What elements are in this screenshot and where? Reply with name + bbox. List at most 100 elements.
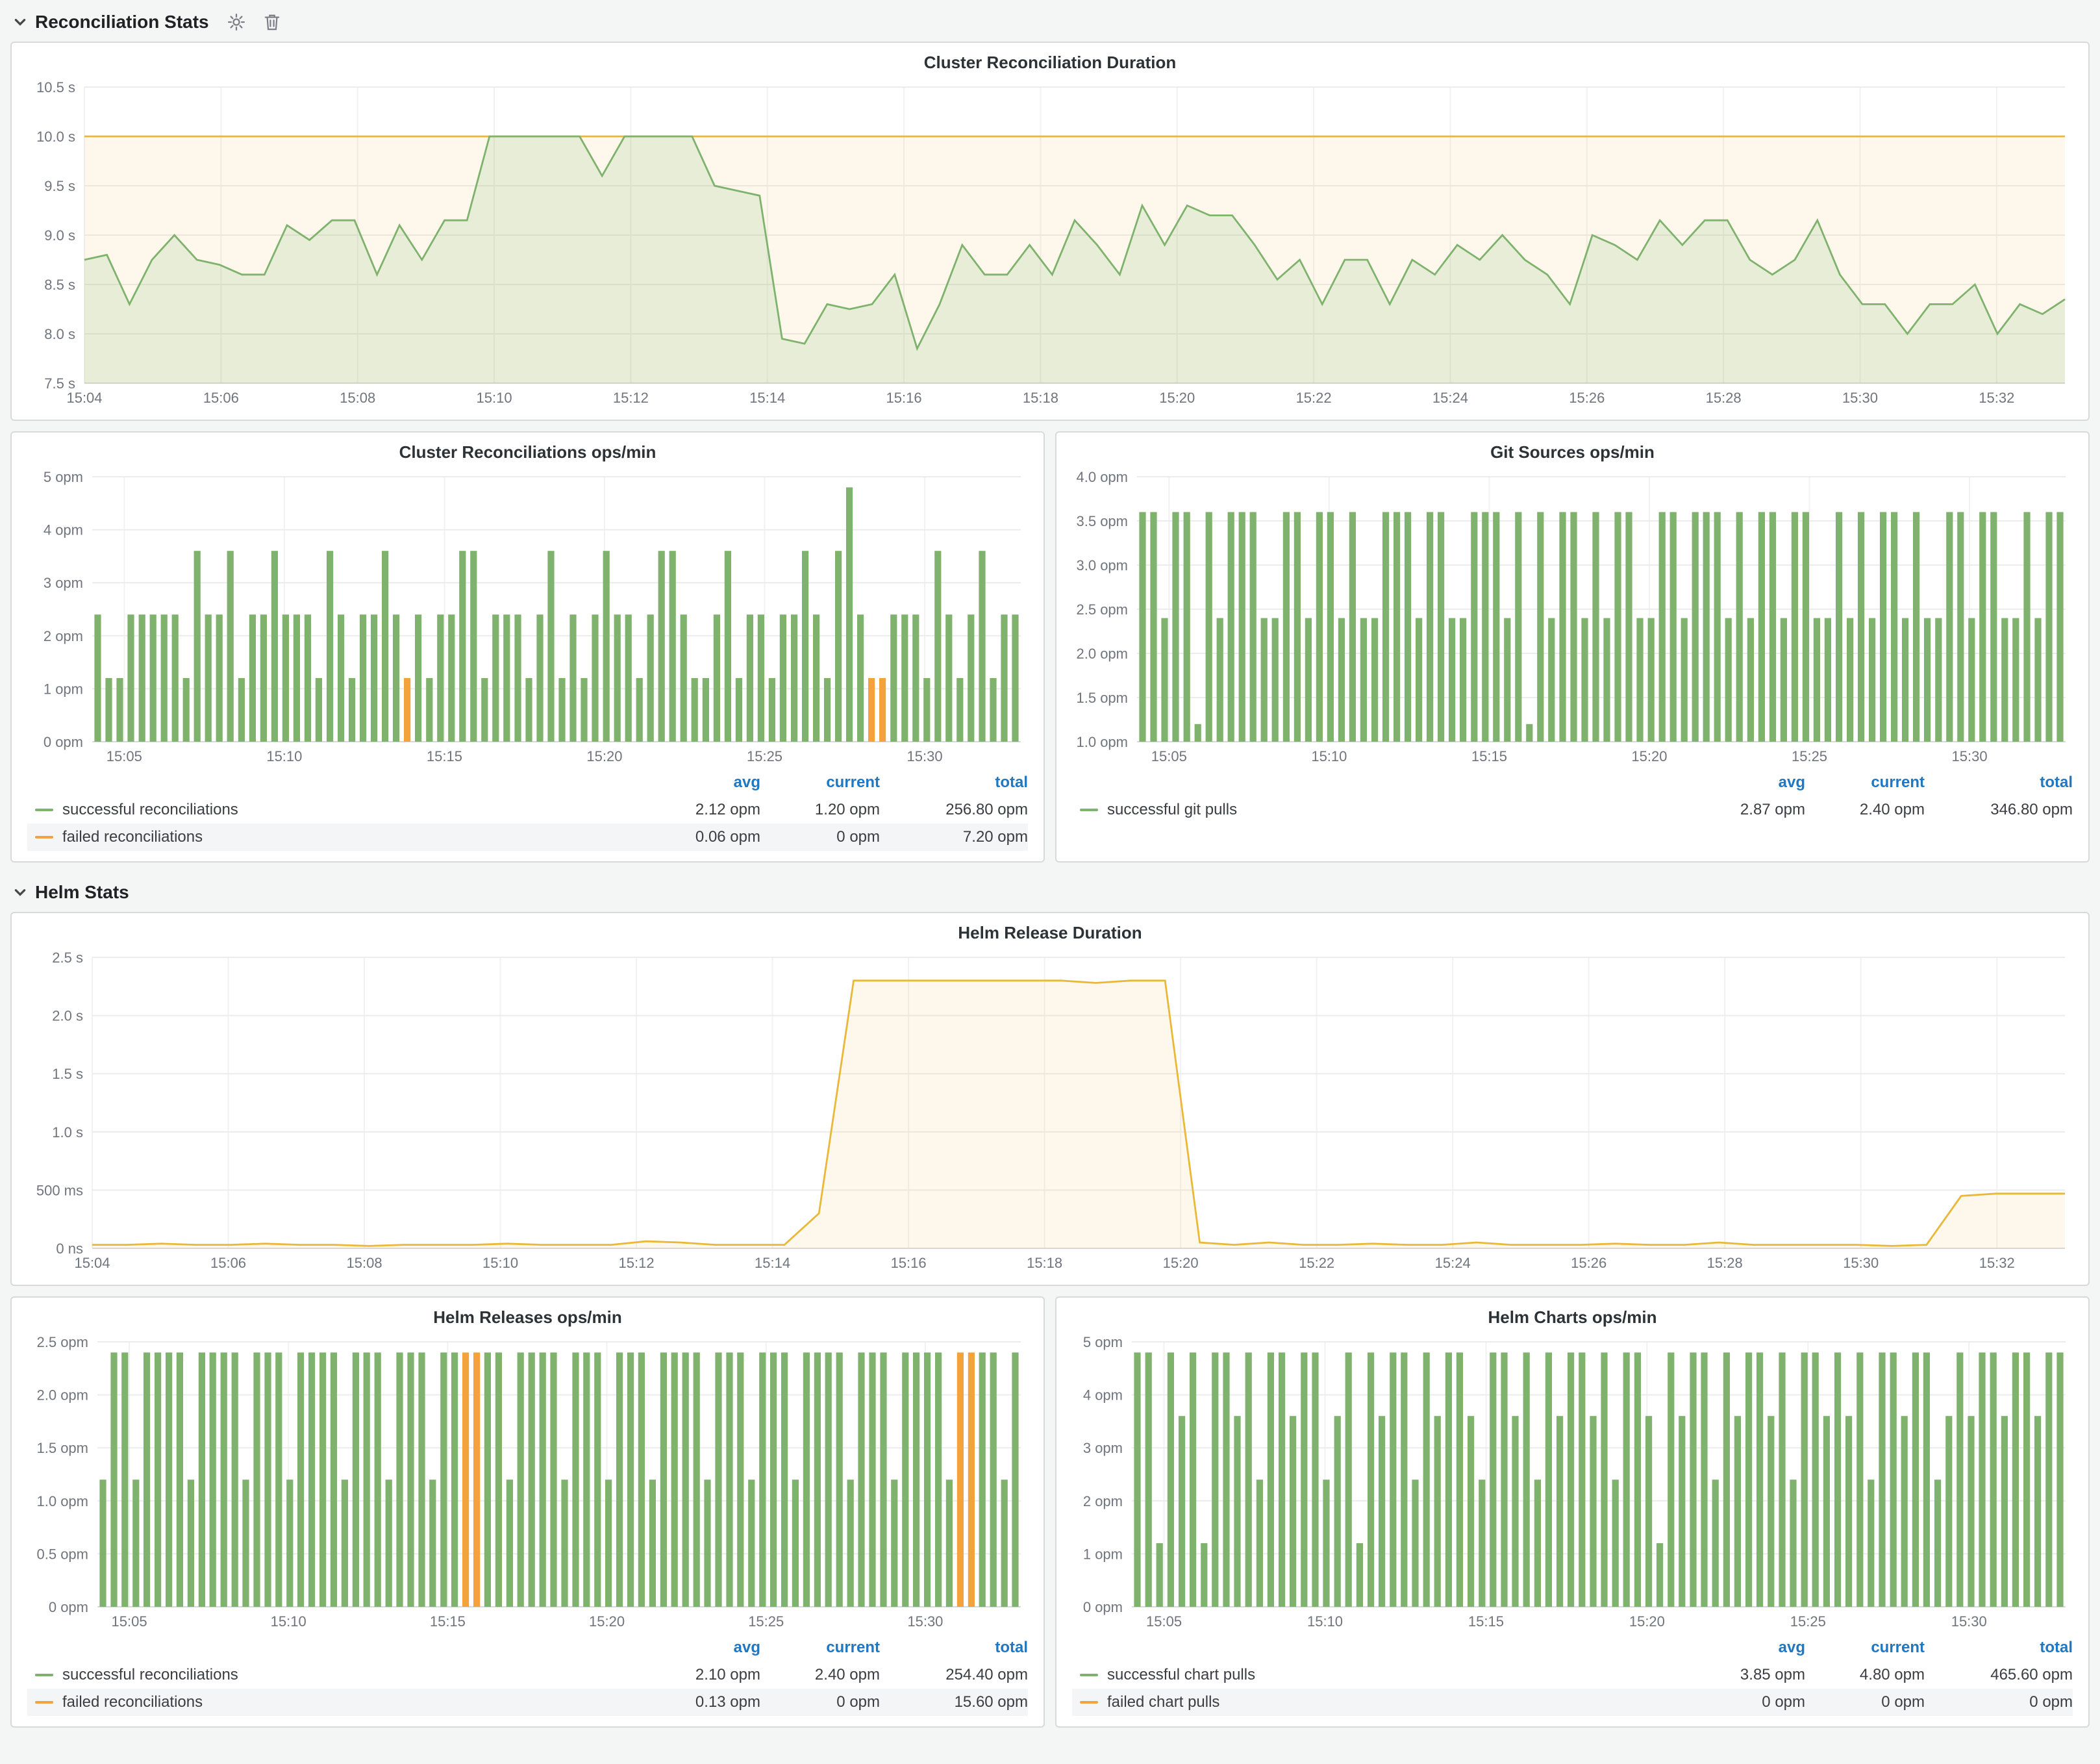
legend-header-total[interactable]: total	[880, 774, 1028, 792]
svg-text:15:10: 15:10	[266, 748, 302, 764]
legend-stat: 0 opm	[760, 1693, 880, 1711]
legend-header-current[interactable]: current	[760, 1639, 880, 1657]
helm-releases-bar-chart[interactable]: 15:0515:1015:1515:2015:2515:300 opm0.5 o…	[25, 1331, 1031, 1633]
series-color-dash	[1080, 1674, 1098, 1676]
svg-text:15:32: 15:32	[1979, 1255, 2015, 1271]
svg-text:15:32: 15:32	[1979, 390, 2014, 406]
row-title-reconciliation-stats[interactable]: Reconciliation Stats	[35, 12, 209, 32]
svg-text:1.0 opm: 1.0 opm	[37, 1493, 89, 1509]
legend-series-label[interactable]: successful git pulls	[1107, 801, 1237, 819]
legend-stat: 0 opm	[1686, 1693, 1805, 1711]
svg-text:5 opm: 5 opm	[44, 469, 83, 485]
svg-text:15:28: 15:28	[1707, 1255, 1743, 1271]
svg-text:2.5 opm: 2.5 opm	[1077, 601, 1129, 618]
svg-text:1.5 opm: 1.5 opm	[1077, 690, 1129, 706]
svg-text:4 opm: 4 opm	[44, 522, 83, 538]
svg-text:3.0 opm: 3.0 opm	[1077, 557, 1129, 573]
panel-title[interactable]: Helm Release Duration	[25, 918, 2075, 947]
panel-title[interactable]: Cluster Reconciliation Duration	[25, 48, 2075, 77]
helm-release-duration-chart[interactable]: 15:0415:0615:0815:1015:1215:1415:1615:18…	[25, 947, 2075, 1274]
legend-series-label[interactable]: failed chart pulls	[1107, 1693, 1219, 1711]
gear-icon[interactable]	[227, 13, 245, 31]
svg-text:15:20: 15:20	[586, 748, 622, 764]
svg-text:15:15: 15:15	[1468, 1613, 1504, 1630]
legend-header-current[interactable]: current	[1805, 774, 1925, 792]
legend-stat: 1.20 opm	[760, 801, 880, 819]
legend-stat: 2.40 opm	[1805, 801, 1925, 819]
legend-header-current[interactable]: current	[1805, 1639, 1925, 1657]
cluster-reconciliations-bar-chart[interactable]: 15:0515:1015:1515:2015:2515:300 opm1 opm…	[25, 466, 1031, 768]
svg-text:4.0 opm: 4.0 opm	[1077, 469, 1129, 485]
git-sources-opm-svg: 15:0515:1015:1515:2015:2515:301.0 opm1.5…	[1069, 466, 2076, 768]
svg-text:10.0 s: 10.0 s	[36, 129, 75, 145]
svg-text:3.5 opm: 3.5 opm	[1077, 513, 1129, 529]
legend-header-total[interactable]: total	[1925, 1639, 2073, 1657]
chevron-down-icon[interactable]	[13, 885, 27, 900]
svg-text:15:20: 15:20	[1631, 748, 1667, 764]
legend-header-avg[interactable]: avg	[1686, 774, 1805, 792]
legend-header-total[interactable]: total	[880, 1639, 1028, 1657]
legend-series-label[interactable]: successful reconciliations	[62, 1666, 238, 1684]
legend-series-label[interactable]: successful chart pulls	[1107, 1666, 1255, 1684]
row-title-helm-stats[interactable]: Helm Stats	[35, 882, 129, 903]
svg-text:15:12: 15:12	[613, 390, 649, 406]
svg-text:15:10: 15:10	[477, 390, 512, 406]
panel-title[interactable]: Helm Charts ops/min	[1069, 1303, 2075, 1331]
row-header-reconciliation-stats: Reconciliation Stats	[10, 5, 2090, 39]
panel-cluster-reconciliations-opm: Cluster Reconciliations ops/min 15:05 15:…	[10, 431, 1045, 863]
panel-title[interactable]: Cluster Reconciliations ops/min	[25, 438, 1031, 466]
svg-text:0 opm: 0 opm	[49, 1599, 88, 1615]
legend-stat: 2.40 opm	[760, 1666, 880, 1684]
svg-text:15:20: 15:20	[1629, 1613, 1665, 1630]
svg-text:15:06: 15:06	[210, 1255, 246, 1271]
svg-text:1 opm: 1 opm	[44, 681, 83, 697]
legend-stat: 465.60 opm	[1925, 1666, 2073, 1684]
legend-row: successful git pulls2.87 opm2.40 opm346.…	[1072, 796, 2073, 824]
legend-stat: 7.20 opm	[880, 828, 1028, 846]
legend-header-avg[interactable]: avg	[1686, 1639, 1805, 1657]
svg-text:15:10: 15:10	[271, 1613, 306, 1630]
legend-stat: 2.87 opm	[1686, 801, 1805, 819]
legend-header-total[interactable]: total	[1925, 774, 2073, 792]
helm-release-duration-svg: 15:0415:0615:0815:1015:1215:1415:1615:18…	[25, 947, 2075, 1274]
svg-text:0 ns: 0 ns	[56, 1241, 83, 1257]
legend-stat: 256.80 opm	[880, 801, 1028, 819]
svg-text:15:18: 15:18	[1023, 390, 1058, 406]
legend-row: failed reconciliations0.06 opm0 opm7.20 …	[27, 824, 1028, 851]
svg-text:15:04: 15:04	[66, 390, 102, 406]
svg-text:15:05: 15:05	[112, 1613, 147, 1630]
cluster-reconciliation-duration-chart[interactable]: 15:0415:0615:0815:1015:1215:1415:1615:18…	[25, 77, 2075, 409]
series-color-dash	[1080, 809, 1098, 811]
svg-text:15:20: 15:20	[1159, 390, 1195, 406]
series-color-dash	[35, 1701, 53, 1704]
panel-title[interactable]: Helm Releases ops/min	[25, 1303, 1031, 1331]
svg-text:1.0 opm: 1.0 opm	[1077, 734, 1129, 750]
legend-series-label[interactable]: failed reconciliations	[62, 828, 203, 846]
git-sources-bar-chart[interactable]: 15:0515:1015:1515:2015:2515:301.0 opm1.5…	[1069, 466, 2075, 768]
legend-row: successful chart pulls3.85 opm4.80 opm46…	[1072, 1661, 2073, 1689]
helm-charts-bar-chart[interactable]: 15:0515:1015:1515:2015:2515:300 opm1 opm…	[1069, 1331, 2075, 1633]
svg-text:9.0 s: 9.0 s	[44, 227, 75, 244]
trash-icon[interactable]	[264, 13, 281, 31]
svg-text:15:10: 15:10	[482, 1255, 518, 1271]
row-header-helm-stats: Helm Stats	[10, 876, 2090, 909]
svg-text:15:16: 15:16	[886, 390, 922, 406]
svg-text:15:15: 15:15	[430, 1613, 466, 1630]
legend-header-row: avgcurrenttotal	[1072, 1634, 2073, 1661]
svg-text:15:05: 15:05	[106, 748, 142, 764]
svg-text:0 opm: 0 opm	[1083, 1599, 1123, 1615]
svg-text:15:14: 15:14	[749, 390, 785, 406]
panel-title[interactable]: Git Sources ops/min	[1069, 438, 2075, 466]
legend-header-avg[interactable]: avg	[641, 774, 760, 792]
legend-series-label[interactable]: failed reconciliations	[62, 1693, 203, 1711]
svg-text:15:08: 15:08	[340, 390, 375, 406]
legend-header-current[interactable]: current	[760, 774, 880, 792]
legend-header-avg[interactable]: avg	[641, 1639, 760, 1657]
legend-header-row: avgcurrenttotal	[1072, 769, 2073, 796]
legend-series-label[interactable]: successful reconciliations	[62, 801, 238, 819]
svg-text:15:04: 15:04	[74, 1255, 110, 1271]
chevron-down-icon[interactable]	[13, 15, 27, 29]
series-color-dash	[35, 836, 53, 838]
svg-text:15:05: 15:05	[1151, 748, 1187, 764]
svg-text:15:15: 15:15	[427, 748, 462, 764]
